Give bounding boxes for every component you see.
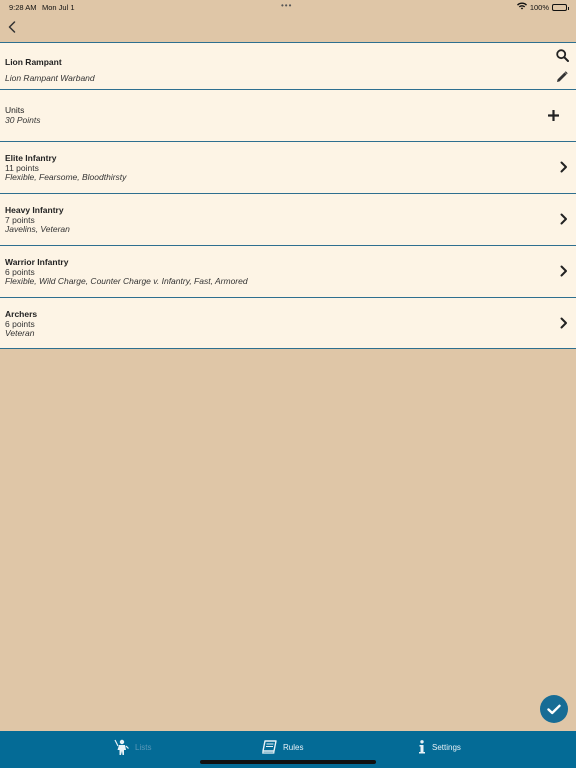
search-icon	[555, 48, 569, 62]
unit-traits: Javelins, Veteran	[5, 224, 70, 234]
units-title: Units	[5, 105, 25, 115]
units-points: 30 Points	[5, 115, 41, 125]
tab-lists[interactable]: Lists	[114, 738, 151, 756]
tab-settings-label: Settings	[432, 742, 461, 752]
warband-header-row: Lion Rampant Lion Rampant Warband	[0, 42, 576, 89]
unit-traits: Veteran	[5, 328, 35, 338]
back-button[interactable]	[5, 19, 19, 35]
chevron-right-icon	[559, 160, 569, 174]
status-right: 100%	[516, 2, 569, 12]
units-header-row: Units 30 Points	[0, 89, 576, 141]
unit-name: Warrior Infantry	[5, 257, 69, 267]
unit-row-archers[interactable]: Archers 6 points Veteran	[0, 297, 576, 349]
unit-name: Elite Infantry	[5, 153, 57, 163]
tab-rules-label: Rules	[283, 742, 304, 752]
pencil-icon	[557, 71, 568, 82]
confirm-button[interactable]	[540, 695, 568, 723]
tab-settings[interactable]: Settings	[418, 738, 461, 756]
chevron-left-icon	[8, 21, 16, 33]
tab-lists-label: Lists	[135, 742, 152, 752]
info-icon	[419, 740, 425, 754]
add-unit-button[interactable]	[546, 108, 560, 122]
warrior-icon	[114, 739, 129, 755]
edit-button[interactable]	[555, 70, 569, 84]
unit-name: Heavy Infantry	[5, 205, 64, 215]
chevron-right-icon	[559, 212, 569, 226]
status-time: 9:28 AM	[9, 3, 37, 12]
status-bar: 9:28 AM Mon Jul 1 ••• 100%	[0, 0, 576, 14]
multitasking-dots-icon[interactable]: •••	[281, 1, 292, 10]
home-indicator[interactable]	[200, 760, 376, 764]
navigation-bar	[0, 14, 576, 42]
battery-icon	[552, 3, 569, 11]
battery-percent: 100%	[529, 2, 549, 12]
unit-name: Archers	[5, 309, 38, 319]
warband-list: Lion Rampant Lion Rampant Warband Units …	[0, 42, 576, 349]
unit-traits: Flexible, Wild Charge, Counter Charge v.…	[5, 276, 248, 286]
chevron-right-icon	[559, 264, 569, 278]
tab-rules[interactable]: Rules	[262, 738, 303, 756]
checkmark-icon	[547, 704, 561, 714]
unit-traits: Flexible, Fearsome, Bloodthirsty	[5, 172, 127, 182]
unit-row-heavy-infantry[interactable]: Heavy Infantry 7 points Javelins, Vetera…	[0, 193, 576, 245]
status-date: Mon Jul 1	[42, 3, 75, 12]
warband-title: Lion Rampant	[5, 57, 62, 67]
chevron-right-icon	[559, 316, 569, 330]
search-button[interactable]	[554, 47, 570, 63]
wifi-icon	[516, 2, 527, 12]
book-icon	[262, 740, 277, 754]
plus-icon	[547, 109, 559, 121]
warband-subtitle: Lion Rampant Warband	[5, 73, 95, 83]
unit-row-warrior-infantry[interactable]: Warrior Infantry 6 points Flexible, Wild…	[0, 245, 576, 297]
unit-row-elite-infantry[interactable]: Elite Infantry 11 points Flexible, Fears…	[0, 141, 576, 193]
